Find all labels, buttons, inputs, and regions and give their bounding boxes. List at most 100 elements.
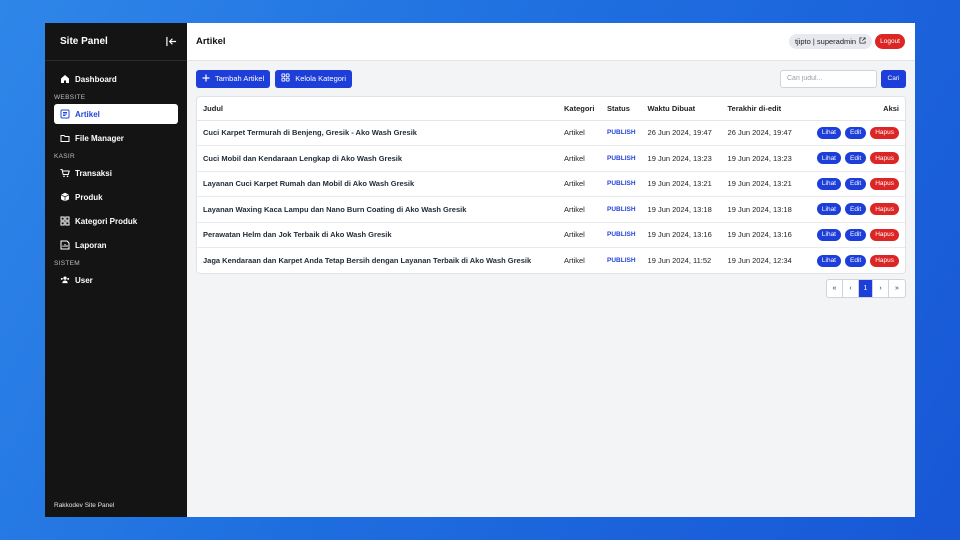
sidebar-section-sistem: SISTEM xyxy=(54,260,80,267)
next-page-button[interactable]: › xyxy=(873,280,889,297)
sidebar-item-dashboard[interactable]: Dashboard xyxy=(54,69,178,89)
sidebar-item-transaksi[interactable]: Transaksi xyxy=(54,163,178,183)
column-header-status: Status xyxy=(601,97,642,121)
delete-button[interactable]: Hapus xyxy=(870,126,899,139)
folder-icon xyxy=(60,133,70,143)
prev-page-button[interactable]: ‹ xyxy=(843,280,859,297)
manage-category-label: Kelola Kategori xyxy=(295,74,347,83)
sidebar-item-label: User xyxy=(75,275,93,285)
article-icon xyxy=(60,109,70,119)
view-button[interactable]: Lihat xyxy=(816,228,841,241)
current-page-button[interactable]: 1 xyxy=(859,280,873,297)
sidebar-item-label: Laporan xyxy=(75,240,107,250)
column-header-judul: Judul xyxy=(197,97,558,121)
table-row: Perawatan Helm dan Jok Terbaik di Ako Wa… xyxy=(197,222,905,248)
edit-button[interactable]: Edit xyxy=(845,228,867,241)
view-button[interactable]: Lihat xyxy=(816,203,841,216)
cell-waktu-dibuat: 19 Jun 2024, 11:52 xyxy=(647,256,712,265)
sidebar-item-file-manager[interactable]: File Manager xyxy=(54,128,178,148)
articles-table-container: Judul Kategori Status Waktu Dibuat Terak… xyxy=(196,96,906,274)
cell-terakhir-diedit: 19 Jun 2024, 13:23 xyxy=(721,145,802,172)
add-article-button[interactable]: Tambah Artikel xyxy=(196,69,271,88)
add-article-label: Tambah Artikel xyxy=(215,74,265,83)
cell-terakhir-diedit: 19 Jun 2024, 13:21 xyxy=(721,171,802,197)
view-button[interactable]: Lihat xyxy=(816,126,841,139)
delete-button[interactable]: Hapus xyxy=(870,177,899,190)
status-badge: PUBLISH xyxy=(601,171,642,197)
sidebar-section-website: WEBSITE xyxy=(54,94,86,101)
grid-icon xyxy=(281,73,290,84)
cell-kategori: Artikel xyxy=(558,196,601,223)
users-icon xyxy=(60,275,70,285)
sidebar-item-label: File Manager xyxy=(75,133,124,143)
sidebar-item-user[interactable]: User xyxy=(54,270,178,290)
delete-button[interactable]: Hapus xyxy=(870,152,899,165)
cell-waktu-dibuat: 19 Jun 2024, 13:18 xyxy=(641,196,722,223)
sidebar-section-kasir: KASIR xyxy=(54,153,76,160)
user-chip[interactable]: tjipto | superadmin xyxy=(788,34,873,49)
status-badge: PUBLISH xyxy=(601,196,642,223)
search-button[interactable]: Cari xyxy=(881,69,906,88)
toolbar-left: Tambah Artikel Kelola Kategori xyxy=(196,69,353,88)
table-row: Cuci Mobil dan Kendaraan Lengkap di Ako … xyxy=(197,145,905,172)
cell-kategori: Artikel xyxy=(564,256,585,265)
main-content: Artikel tjipto | superadmin Logout Tamba… xyxy=(187,23,915,517)
row-actions: Lihat Edit Hapus xyxy=(808,254,899,267)
sidebar-header: Site Panel xyxy=(45,23,187,61)
sidebar-item-artikel[interactable]: Artikel xyxy=(54,104,178,124)
delete-button[interactable]: Hapus xyxy=(870,254,899,267)
edit-button[interactable]: Edit xyxy=(845,177,867,190)
edit-button[interactable]: Edit xyxy=(845,254,867,267)
row-actions: Lihat Edit Hapus xyxy=(808,228,899,241)
sidebar-item-label: Produk xyxy=(75,192,103,202)
table-row: Layanan Cuci Karpet Rumah dan Mobil di A… xyxy=(197,171,905,197)
delete-button[interactable]: Hapus xyxy=(870,228,899,241)
table-header-row: Judul Kategori Status Waktu Dibuat Terak… xyxy=(197,97,905,121)
sidebar-item-kategori-produk[interactable]: Kategori Produk xyxy=(54,211,178,231)
sidebar-item-label: Transaksi xyxy=(75,168,112,178)
toolbar: Tambah Artikel Kelola Kategori Cari xyxy=(187,61,915,88)
logout-button[interactable]: Logout xyxy=(875,34,905,49)
last-page-button[interactable]: » xyxy=(889,280,905,297)
external-link-icon xyxy=(859,37,866,46)
sidebar-item-label: Kategori Produk xyxy=(75,216,138,226)
row-actions: Lihat Edit Hapus xyxy=(808,126,899,139)
collapse-sidebar-icon[interactable] xyxy=(165,36,177,48)
cell-aksi: Lihat Edit Hapus xyxy=(802,248,905,274)
table-row: Cuci Karpet Termurah di Benjeng, Gresik … xyxy=(197,120,905,146)
user-area: tjipto | superadmin Logout xyxy=(788,34,905,49)
edit-button[interactable]: Edit xyxy=(845,152,867,165)
edit-button[interactable]: Edit xyxy=(845,126,867,139)
sidebar-item-produk[interactable]: Produk xyxy=(54,187,178,207)
search-input[interactable] xyxy=(780,69,877,88)
pagination: « ‹ 1 › » xyxy=(826,279,906,298)
edit-button[interactable]: Edit xyxy=(845,203,867,216)
column-header-kategori: Kategori xyxy=(558,97,601,121)
cell-aksi: Lihat Edit Hapus xyxy=(801,120,905,146)
table-row: Jaga Kendaraan dan Karpet Anda Tetap Ber… xyxy=(197,248,905,274)
first-page-button[interactable]: « xyxy=(827,280,843,297)
cell-kategori: Artikel xyxy=(558,120,601,146)
home-icon xyxy=(60,74,70,84)
grid-icon xyxy=(60,216,70,226)
cell-judul: Layanan Waxing Kaca Lampu dan Nano Burn … xyxy=(197,196,558,223)
cell-aksi: Lihat Edit Hapus xyxy=(801,145,905,172)
plus-icon xyxy=(202,74,210,84)
view-button[interactable]: Lihat xyxy=(816,254,841,267)
cell-terakhir-diedit: 19 Jun 2024, 12:34 xyxy=(727,256,792,265)
cell-judul: Cuci Mobil dan Kendaraan Lengkap di Ako … xyxy=(197,145,558,172)
status-badge: PUBLISH xyxy=(601,120,642,146)
manage-category-button[interactable]: Kelola Kategori xyxy=(275,69,353,88)
sidebar: Site Panel Dashboard WEBSITE Artikel Fil… xyxy=(45,23,187,517)
cell-kategori: Artikel xyxy=(558,222,601,248)
app-window: Site Panel Dashboard WEBSITE Artikel Fil… xyxy=(45,23,915,517)
status-badge: PUBLISH xyxy=(607,257,636,264)
view-button[interactable]: Lihat xyxy=(816,177,841,190)
cell-kategori: Artikel xyxy=(558,171,601,197)
search-area: Cari xyxy=(780,69,906,88)
sidebar-item-laporan[interactable]: Laporan xyxy=(54,235,178,255)
delete-button[interactable]: Hapus xyxy=(870,203,899,216)
view-button[interactable]: Lihat xyxy=(816,152,841,165)
cell-judul: Perawatan Helm dan Jok Terbaik di Ako Wa… xyxy=(197,222,558,248)
cell-terakhir-diedit: 19 Jun 2024, 13:18 xyxy=(721,196,802,223)
